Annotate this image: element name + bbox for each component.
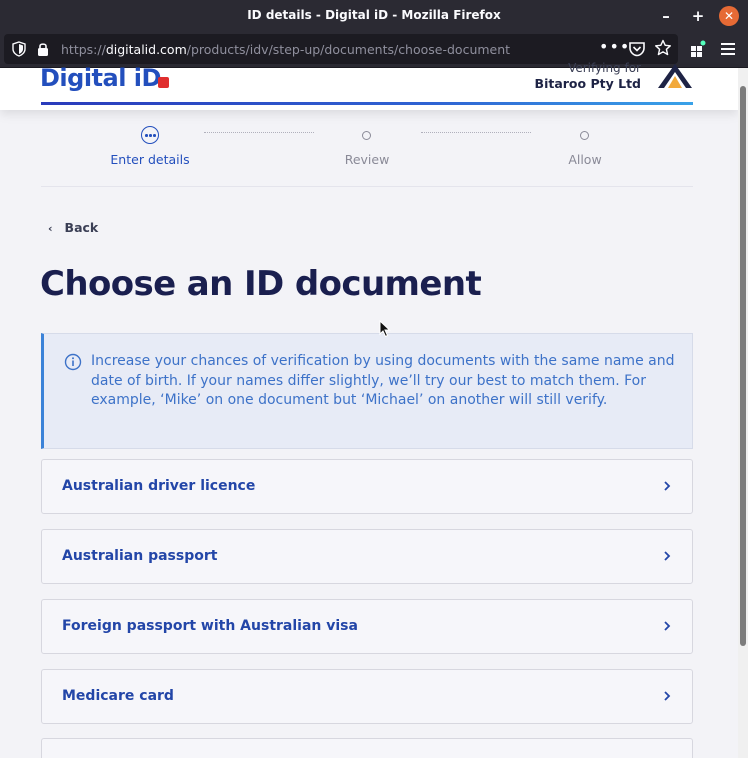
option-australian-passport[interactable]: Australian passport [41,529,693,584]
pocket-icon[interactable] [628,41,646,57]
url-host: digitalid.com [105,42,187,57]
menu-icon[interactable] [720,42,736,56]
option-australian-driver-licence[interactable]: Australian driver licence [41,459,693,514]
extensions-icon[interactable] [689,40,707,58]
step-enter-details-label: Enter details [110,152,190,167]
page-actions-button[interactable]: ••• [599,37,630,56]
mouse-cursor-icon [379,320,391,338]
logo-badge-icon [157,77,169,88]
step-dot [145,134,148,137]
step-review-icon [362,131,371,140]
option-more-document[interactable] [41,738,693,758]
option-label: Medicare card [62,688,174,704]
step-review-label: Review [344,152,390,167]
url-prefix: https:// [61,42,106,57]
url-text[interactable]: https://digitalid.com/products/idv/step-… [61,42,510,57]
step-dot [153,134,156,137]
site-header: Digital iD Verifying for Bitaroo Pty Ltd [0,61,738,110]
star-icon[interactable] [654,39,672,57]
digital-id-logo[interactable]: Digital iD [40,64,169,92]
shield-icon[interactable] [12,41,26,57]
info-text: Increase your chances of verification by… [91,353,675,408]
step-allow-icon [580,131,589,140]
step-enter-details-icon [141,126,159,144]
stepper-divider [41,186,693,187]
url-bar[interactable]: https://digitalid.com/products/idv/step-… [4,34,678,64]
step-allow-label: Allow [568,152,602,167]
option-label: Australian passport [62,548,218,564]
step-connector [421,132,531,133]
option-medicare-card[interactable]: Medicare card [41,669,693,724]
screen: ID details - Digital iD - Mozilla Firefo… [0,0,748,758]
chevron-right-icon [664,481,671,491]
logo-text: Digital iD [40,64,161,92]
brand-gradient-line [41,102,693,105]
lock-icon[interactable] [36,41,50,57]
page-scrollbar-thumb[interactable] [740,86,746,646]
chevron-right-icon [664,691,671,701]
company-name: Bitaroo Pty Ltd [534,76,641,91]
info-notice: Increase your chances of verification by… [41,333,693,449]
verifying-label: Verifying for [568,61,641,75]
url-path: /products/idv/step-up/documents/choose-d… [186,42,511,57]
option-foreign-passport-with-australian-visa[interactable]: Foreign passport with Australian visa [41,599,693,654]
back-label: Back [64,220,99,235]
chevron-left-icon: ‹ [48,222,53,235]
window-title: ID details - Digital iD - Mozilla Firefo… [247,8,501,22]
chevron-right-icon [664,621,671,631]
option-label: Foreign passport with Australian visa [62,618,358,634]
window-titlebar: ID details - Digital iD - Mozilla Firefo… [0,0,748,32]
page-title: Choose an ID document [40,264,482,304]
progress-stepper: Enter details Review Allow [0,110,738,188]
info-icon [64,353,82,371]
maximize-button[interactable]: + [688,6,708,26]
option-label: Australian driver licence [62,478,256,494]
bitaroo-logo-icon [658,64,692,88]
back-link[interactable]: ‹ Back [48,220,98,235]
chevron-right-icon [664,551,671,561]
step-connector [204,132,314,133]
minimize-button[interactable]: – [656,6,676,26]
close-window-button[interactable]: ✕ [719,6,739,26]
step-dot [149,134,152,137]
